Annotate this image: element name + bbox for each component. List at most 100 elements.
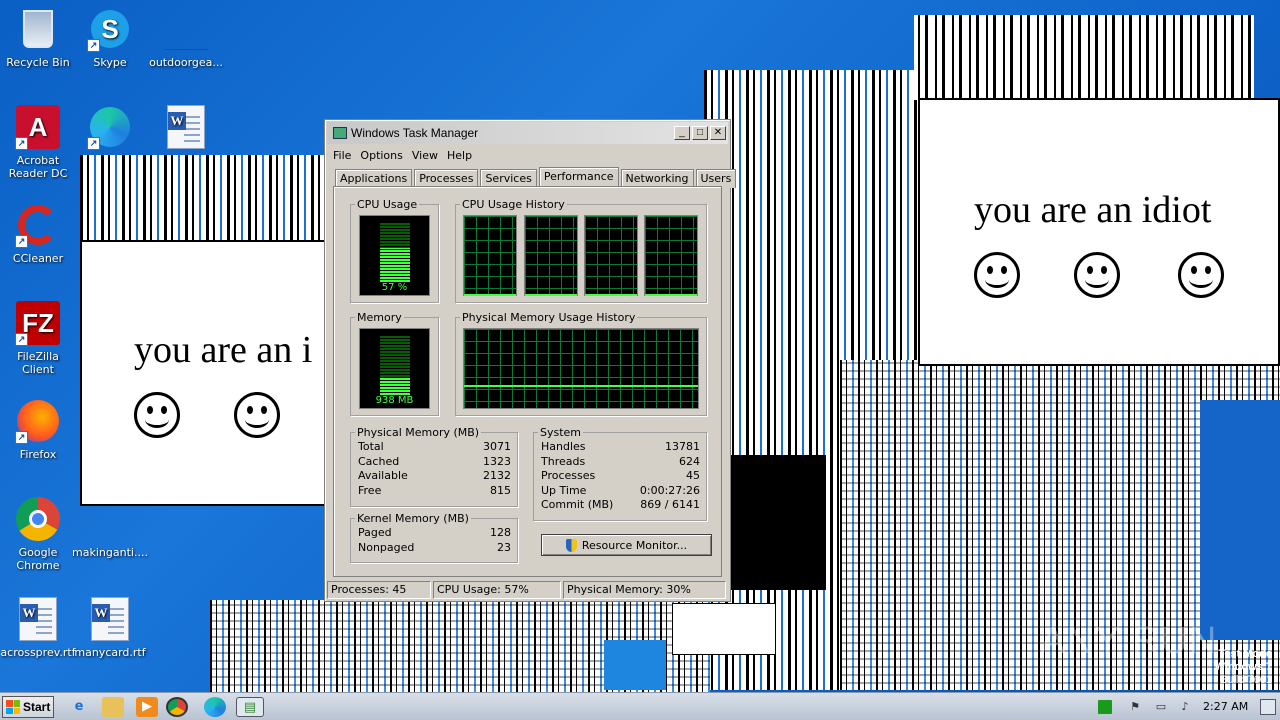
anyrun-watermark: ANY RUN: [1040, 620, 1218, 662]
cpu-history-graph-core3: [584, 215, 638, 296]
tab-performance[interactable]: Performance: [538, 167, 619, 188]
desktop-icon-label: acrossprev.rtf: [0, 646, 76, 659]
idiot-window[interactable]: you are an idiot: [918, 98, 1280, 366]
system-label: System: [538, 426, 584, 439]
glitch-artifact: [80, 155, 324, 240]
title-bar[interactable]: Windows Task Manager _ □ ✕: [327, 122, 728, 144]
desktop-icon-recycle-bin[interactable]: Recycle Bin: [0, 6, 76, 69]
idiot-message: you are an i: [134, 329, 313, 371]
desktop-icon-label: FileZilla Client: [17, 350, 59, 376]
menu-options[interactable]: Options: [356, 149, 407, 162]
tray-network-icon[interactable]: [1098, 700, 1112, 714]
desktop-icon-skype[interactable]: S ↗ Skype: [72, 6, 148, 69]
desktop-icon-label: manycard.rtf: [74, 646, 146, 659]
stat-row-cached: Cached 1323: [358, 454, 511, 468]
desktop-icon-chrome[interactable]: Google Chrome: [0, 496, 76, 572]
desktop-icon-label: Google Chrome: [16, 546, 60, 572]
memory-value: 938 MB: [375, 395, 414, 406]
memory-label: Memory: [355, 311, 404, 324]
smiley-icon: [974, 252, 1020, 298]
minimize-button[interactable]: _: [674, 126, 690, 140]
tab-strip: Applications Processes Services Performa…: [335, 167, 738, 188]
status-processes: Processes: 45: [327, 581, 431, 599]
media-player-icon[interactable]: ▶: [136, 697, 158, 717]
chrome-icon: [15, 496, 61, 542]
desktop-icon-acrossprev[interactable]: W acrossprev.rtf: [0, 596, 76, 659]
stat-row-free: Free 815: [358, 483, 511, 497]
memory-group: Memory 938 MB: [350, 311, 439, 416]
start-button[interactable]: Start: [2, 696, 54, 718]
file-explorer-icon[interactable]: [102, 697, 124, 717]
desktop-icon-manycard[interactable]: W manycard.rtf: [72, 596, 148, 659]
desktop-icon-ccleaner[interactable]: ↗ CCleaner: [0, 202, 76, 265]
filezilla-icon: FZ ↗: [15, 300, 61, 346]
desktop-icon-edge[interactable]: ↗: [72, 104, 148, 154]
status-bar: Processes: 45 CPU Usage: 57% Physical Me…: [327, 581, 728, 599]
uac-shield-icon: [565, 538, 577, 552]
smiley-icon: [1178, 252, 1224, 298]
kernel-memory-label: Kernel Memory (MB): [355, 512, 471, 525]
glitch-block: [672, 603, 776, 655]
task-manager-window[interactable]: Windows Task Manager _ □ ✕ File Options …: [324, 119, 737, 602]
idiot-window[interactable]: you are an i: [80, 240, 330, 506]
tray-clock[interactable]: 2:27 AM: [1203, 700, 1248, 713]
internet-explorer-icon[interactable]: e: [68, 697, 90, 717]
file-icon: [163, 6, 209, 52]
desktop-icon-firefox[interactable]: ↗ Firefox: [0, 398, 76, 461]
resource-monitor-button[interactable]: Resource Monitor...: [541, 534, 712, 556]
cpu-history-group: CPU Usage History: [455, 198, 707, 303]
system-group: System Handles 13781 Threads 624 Processes…: [533, 426, 707, 521]
tray-monitor-icon[interactable]: ▭: [1154, 700, 1168, 714]
desktop-icon-acrobat[interactable]: A ↗ Acrobat Reader DC: [0, 104, 76, 180]
cpu-usage-bar: [379, 248, 410, 282]
window-title: Windows Task Manager: [351, 126, 479, 140]
stat-row-commit: Commit (MB) 869 / 6141: [541, 498, 700, 511]
show-desktop-button[interactable]: [1260, 699, 1276, 715]
memory-history-group: Physical Memory Usage History: [455, 311, 707, 416]
stat-row-paged: Paged 128: [358, 526, 511, 539]
desktop-icon-filezilla[interactable]: FZ ↗ FileZilla Client: [0, 300, 76, 376]
glitch-block: [604, 640, 666, 690]
stat-row-handles: Handles 13781: [541, 440, 700, 453]
desktop-icon-outdoorgea[interactable]: outdoorgea...: [148, 6, 224, 69]
memory-history-graph: [463, 328, 699, 409]
acrobat-icon: A ↗: [15, 104, 61, 150]
status-memory: Physical Memory: 30%: [563, 581, 726, 599]
cpu-history-graph-core2: [524, 215, 578, 296]
desktop-icon-label: outdoorgea...: [149, 56, 223, 69]
menu-file[interactable]: File: [329, 149, 356, 162]
maximize-button[interactable]: □: [692, 126, 708, 140]
smiley-icon: [234, 392, 280, 438]
stat-row-processes: Processes 45: [541, 469, 700, 482]
stat-row-threads: Threads 624: [541, 454, 700, 468]
chrome-taskbar-icon[interactable]: [166, 697, 188, 717]
test-mode-watermark: Test Mode Windows 7 Build 7601: [1214, 648, 1272, 686]
edge-taskbar-icon[interactable]: [204, 697, 226, 717]
word-document-icon: W: [163, 104, 209, 150]
desktop-icon-label: Skype: [93, 56, 127, 69]
stat-row-total: Total 3071: [358, 440, 511, 453]
memory-history-label: Physical Memory Usage History: [460, 311, 638, 324]
desktop-icon-word-doc[interactable]: W: [148, 104, 224, 154]
smiley-icon: [134, 392, 180, 438]
tray-volume-icon[interactable]: ♪: [1178, 700, 1192, 714]
ccleaner-icon: ↗: [15, 202, 61, 248]
cpu-history-graph-core4: [644, 215, 698, 296]
physical-memory-group: Physical Memory (MB) Total 3071 Cached 132…: [350, 426, 518, 507]
resource-monitor-label: Resource Monitor...: [581, 538, 688, 552]
taskbar: Start e ▶ ▤ ⚑ ▭ ♪ 2:27 AM: [0, 692, 1280, 720]
stat-row-available: Available 2132: [358, 469, 511, 482]
cpu-history-graph-core1: [463, 215, 517, 296]
desktop-icon-label: makinganti....: [72, 546, 148, 559]
tray-flag-icon[interactable]: ⚑: [1128, 700, 1142, 714]
menu-view[interactable]: View: [408, 149, 443, 162]
word-document-icon: W: [87, 596, 133, 642]
task-manager-taskbar-icon[interactable]: ▤: [236, 697, 264, 717]
idiot-message: you are an idiot: [974, 189, 1212, 231]
start-label: Start: [23, 700, 51, 714]
close-button[interactable]: ✕: [710, 126, 726, 140]
cpu-usage-group: CPU Usage 57 %: [350, 198, 439, 303]
menu-help[interactable]: Help: [443, 149, 477, 162]
word-document-icon: W: [15, 596, 61, 642]
kernel-memory-group: Kernel Memory (MB) Paged 128 Nonpaged 23: [350, 512, 518, 563]
